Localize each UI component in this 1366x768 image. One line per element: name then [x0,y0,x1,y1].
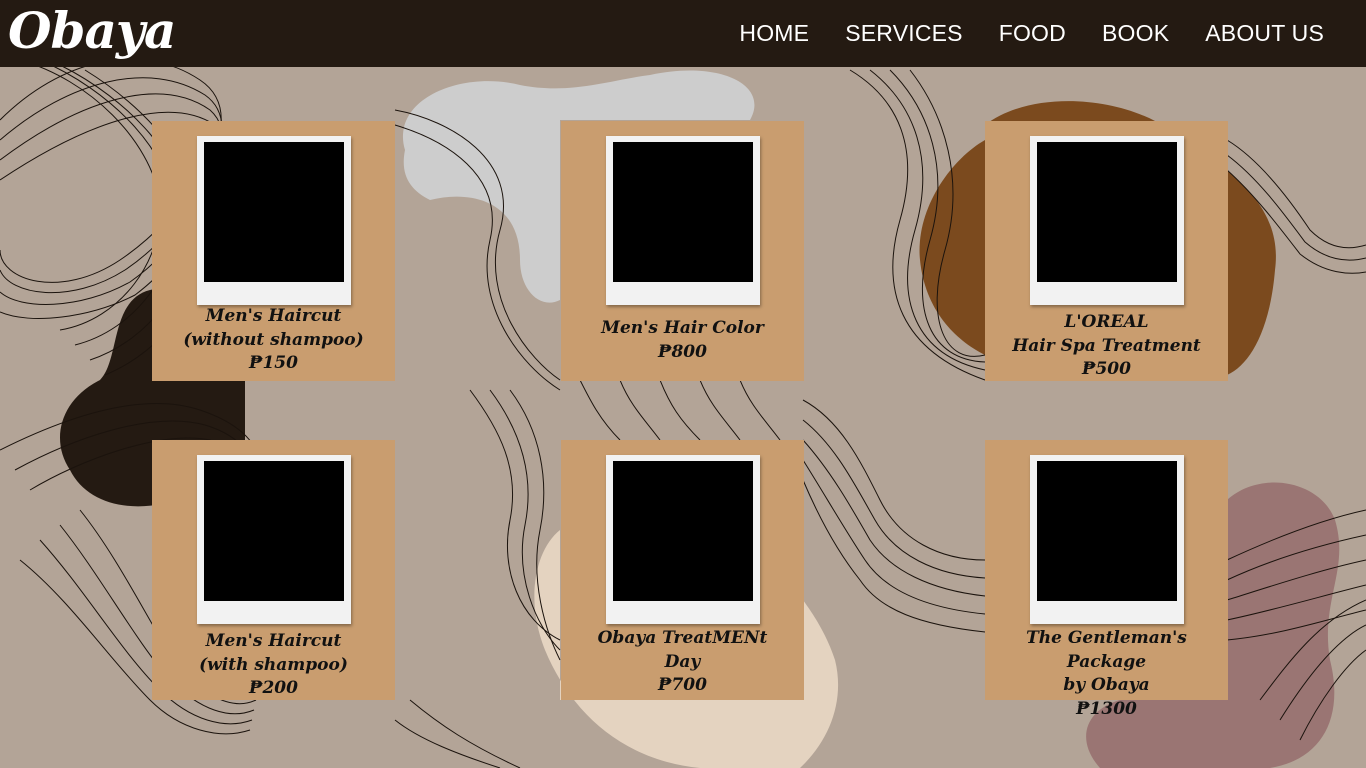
service-name: Men's Haircut [205,631,342,651]
service-card-mens-haircut-without-shampoo[interactable]: Men's Haircut (without shampoo) ₱150 [152,121,395,381]
nav-link-home[interactable]: HOME [739,20,809,47]
service-name: Men's Haircut [205,306,342,326]
service-photo-placeholder [1037,142,1177,282]
service-card-gentlemans-package[interactable]: The Gentleman's Package by Obaya ₱1300 [985,440,1228,719]
polaroid-frame [1030,136,1184,305]
service-name: Obaya TreatMENt [597,628,768,648]
service-card-mens-hair-color[interactable]: Men's Hair Color ₱800 [561,121,804,381]
nav-link-about-us[interactable]: ABOUT US [1205,20,1324,47]
service-card-obaya-treatment-day[interactable]: Obaya TreatMENt Day ₱700 [561,440,804,700]
service-price: ₱1300 [1076,698,1137,719]
service-caption: Men's Hair Color ₱800 [561,317,804,364]
service-caption: Obaya TreatMENt Day ₱700 [561,627,804,698]
nav-link-book[interactable]: BOOK [1102,20,1169,47]
service-name: The Gentleman's Package [1026,628,1187,672]
service-name: Men's Hair Color [601,318,764,338]
service-photo-placeholder [204,142,344,282]
polaroid-frame [197,455,351,624]
nav-link-services[interactable]: SERVICES [845,20,963,47]
service-price: ₱150 [249,353,298,373]
polaroid-frame [1030,455,1184,624]
nav-menu: HOME SERVICES FOOD BOOK ABOUT US [739,0,1324,67]
service-price: ₱200 [249,678,298,698]
service-caption: The Gentleman's Package by Obaya ₱1300 [985,627,1228,721]
service-price: ₱700 [658,675,707,695]
service-caption: Men's Haircut (without shampoo) ₱150 [152,305,395,376]
service-price: ₱500 [1082,359,1131,379]
nav-link-food[interactable]: FOOD [999,20,1066,47]
polaroid-frame [606,136,760,305]
service-name: Hair Spa Treatment [1012,335,1201,356]
service-subtitle: (with shampoo) [199,654,348,675]
service-price: ₱800 [658,341,707,362]
service-photo-placeholder [613,142,753,282]
polaroid-frame [606,455,760,624]
service-photo-placeholder [613,461,753,601]
service-subtitle: by Obaya [1063,675,1150,695]
service-caption: L'OREAL Hair Spa Treatment ₱500 [985,311,1228,382]
service-photo-placeholder [1037,461,1177,601]
service-card-loreal-hair-spa[interactable]: L'OREAL Hair Spa Treatment ₱500 [985,121,1228,381]
service-photo-placeholder [204,461,344,601]
service-subtitle: (without shampoo) [183,329,364,350]
service-subtitle: Day [664,651,701,672]
service-brand: L'OREAL [1064,312,1149,332]
service-card-mens-haircut-with-shampoo[interactable]: Men's Haircut (with shampoo) ₱200 [152,440,395,700]
service-caption: Men's Haircut (with shampoo) ₱200 [152,630,395,701]
polaroid-frame [197,136,351,305]
brand-logo[interactable]: Obaya [8,1,176,61]
top-navigation-bar: Obaya HOME SERVICES FOOD BOOK ABOUT US [0,0,1366,67]
